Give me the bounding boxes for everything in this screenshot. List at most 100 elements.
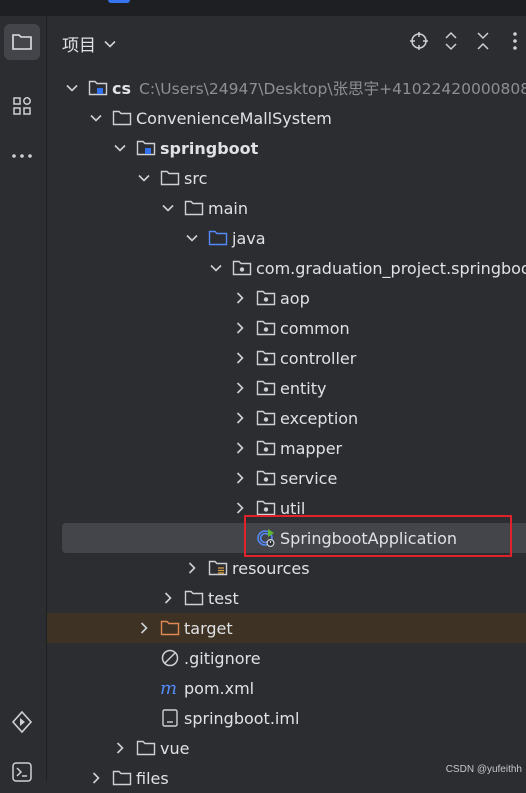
chevron-right-icon[interactable] (232, 500, 248, 516)
chevron-down-icon[interactable] (64, 80, 80, 96)
chevron-right-icon[interactable] (232, 350, 248, 366)
chevron-right-icon[interactable] (184, 560, 200, 576)
tree-node-resources[interactable]: resources (47, 553, 526, 583)
package-icon (232, 258, 252, 278)
module-folder-icon (136, 138, 156, 158)
chevron-right-icon[interactable] (232, 380, 248, 396)
tree-node-entity[interactable]: entity (47, 373, 526, 403)
tree-node-root[interactable]: cs C:\Users\24947\Desktop\张思宇+4102242000… (47, 73, 526, 103)
tree-node-iml[interactable]: springboot.iml (47, 703, 526, 733)
tree-label: springboot.iml (184, 708, 300, 728)
tree-label: target (184, 618, 233, 638)
chevron-down-icon[interactable] (208, 260, 224, 276)
chevron-down-icon[interactable] (136, 170, 152, 186)
tree-label: pom.xml (184, 678, 255, 698)
chevron-down-icon[interactable] (160, 200, 176, 216)
collapse-all-button[interactable] (472, 30, 494, 52)
tree-label: entity (280, 378, 327, 398)
tree-node-system[interactable]: ConvenienceMallSystem (47, 103, 526, 133)
tree-node-target[interactable]: target (47, 613, 526, 643)
expand-all-button[interactable] (440, 30, 462, 52)
tree-node-test[interactable]: test (47, 583, 526, 613)
chevron-right-icon[interactable] (136, 620, 152, 636)
package-icon (256, 318, 276, 338)
chevron-right-icon[interactable] (232, 470, 248, 486)
tree-node-gitignore[interactable]: .gitignore (47, 643, 526, 673)
tree-label: .gitignore (184, 648, 261, 668)
tree-node-common[interactable]: common (47, 313, 526, 343)
chevron-right-icon[interactable] (232, 290, 248, 306)
terminal-tool-button[interactable] (4, 754, 40, 790)
expand-icon (445, 31, 457, 51)
tree-node-controller[interactable]: controller (47, 343, 526, 373)
tree-label: cs (112, 78, 132, 98)
tree-label: controller (280, 348, 357, 368)
tree-node-java[interactable]: java (47, 223, 526, 253)
more-tools-button[interactable] (4, 138, 40, 174)
tree-label: com.graduation_project.springboot (256, 258, 526, 278)
crosshair-icon (410, 32, 428, 50)
kebab-icon (513, 32, 517, 50)
package-icon (256, 288, 276, 308)
tree-node-service[interactable]: service (47, 463, 526, 493)
tree-label: springboot (160, 138, 259, 158)
folder-icon (160, 168, 180, 188)
tree-node-mapper[interactable]: mapper (47, 433, 526, 463)
tree-label: test (208, 588, 239, 608)
locate-button[interactable] (408, 30, 430, 52)
package-icon (256, 378, 276, 398)
services-tool-button[interactable] (4, 704, 40, 740)
chevron-right-icon[interactable] (112, 740, 128, 756)
project-view-dropdown[interactable]: 项目 (62, 31, 116, 56)
tree-node-exception[interactable]: exception (47, 403, 526, 433)
tree-node-package[interactable]: com.graduation_project.springboot (47, 253, 526, 283)
header-actions (408, 30, 526, 52)
root-path: C:\Users\24947\Desktop\张思宇+4102242000080… (139, 80, 526, 98)
project-tool-button[interactable] (4, 24, 40, 60)
chevron-right-icon[interactable] (232, 440, 248, 456)
folder-icon (184, 588, 204, 608)
svg-text:m: m (160, 679, 177, 697)
panel-header: 项目 (47, 16, 526, 68)
tree-label: files (136, 768, 169, 788)
structure-tool-button[interactable] (4, 88, 40, 124)
tree-node-src[interactable]: src (47, 163, 526, 193)
source-folder-icon (208, 228, 228, 248)
folder-icon (12, 34, 32, 50)
maven-icon: m (160, 678, 180, 698)
tree-label: main (208, 198, 248, 218)
tree-label: java (232, 228, 266, 248)
tree-node-main[interactable]: main (47, 193, 526, 223)
watermark: CSDN @yufeithh (445, 764, 522, 775)
tree-label: exception (280, 408, 359, 428)
tree-node-aop[interactable]: aop (47, 283, 526, 313)
services-icon (11, 710, 33, 734)
options-button[interactable] (504, 30, 526, 52)
chevron-right-icon[interactable] (232, 320, 248, 336)
folder-icon (112, 768, 132, 788)
package-icon (256, 438, 276, 458)
chevron-right-icon[interactable] (88, 770, 104, 786)
chevron-right-icon[interactable] (160, 590, 176, 606)
chevron-right-icon[interactable] (232, 410, 248, 426)
tree-label: mapper (280, 438, 343, 458)
tree-node-module[interactable]: springboot (47, 133, 526, 163)
chevron-down-icon[interactable] (112, 140, 128, 156)
tree-label: vue (160, 738, 190, 758)
resources-folder-icon (208, 558, 228, 578)
top-strip (0, 0, 526, 16)
folder-icon (136, 738, 156, 758)
chevron-down-icon[interactable] (88, 110, 104, 126)
collapse-icon (477, 32, 489, 50)
chevron-down-icon[interactable] (184, 230, 200, 246)
folder-icon (184, 198, 204, 218)
package-icon (256, 468, 276, 488)
package-icon (256, 408, 276, 428)
folder-icon (112, 108, 132, 128)
tree-node-pom[interactable]: m pom.xml (47, 673, 526, 703)
tree-node-vue[interactable]: vue (47, 733, 526, 763)
tree-label: resources (232, 558, 310, 578)
gitignore-icon (160, 648, 180, 668)
chevron-down-icon (104, 40, 116, 48)
panel-title: 项目 (62, 36, 96, 56)
